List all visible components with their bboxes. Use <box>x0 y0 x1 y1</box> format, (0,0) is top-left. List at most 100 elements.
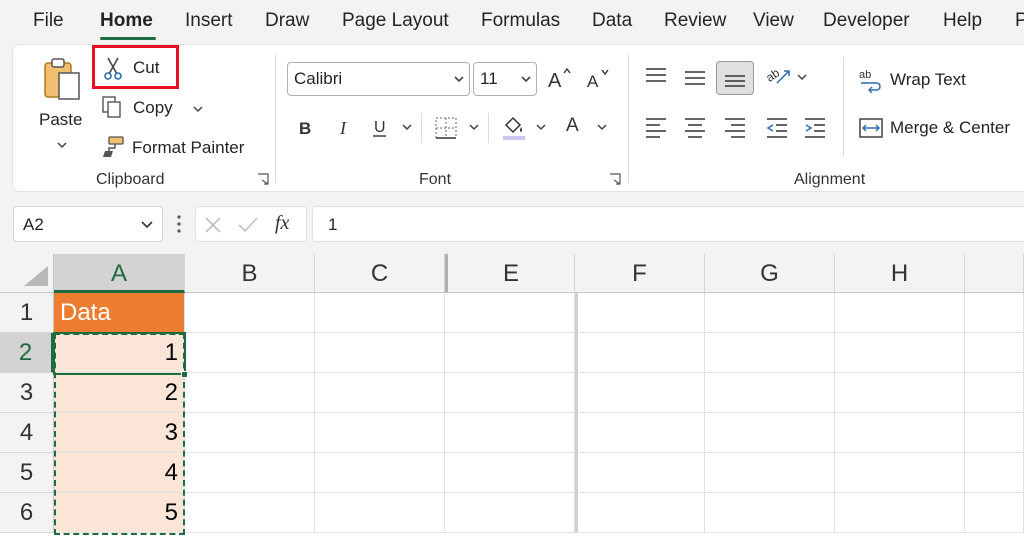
cell-a3[interactable]: 2 <box>54 373 185 413</box>
font-size-select[interactable]: 11 <box>473 62 537 96</box>
grid-cell[interactable] <box>705 493 835 533</box>
more-options-icon[interactable] <box>176 214 182 234</box>
row-header-3[interactable]: 3 <box>0 373 54 413</box>
tab-page-layout[interactable]: Page Layout <box>342 10 449 32</box>
chevron-down-icon[interactable] <box>535 123 547 133</box>
tab-file[interactable]: File <box>33 10 64 32</box>
grid-cell[interactable] <box>965 373 1024 413</box>
chevron-down-icon[interactable] <box>401 123 413 133</box>
format-painter-button[interactable]: Format Painter <box>101 133 261 163</box>
wrap-text-button[interactable]: ab Wrap Text <box>858 65 978 95</box>
row-header-2[interactable]: 2 <box>0 333 54 373</box>
tab-overflow[interactable]: P <box>1015 10 1024 32</box>
tab-view[interactable]: View <box>753 10 794 32</box>
tab-insert[interactable]: Insert <box>185 10 233 32</box>
tab-help[interactable]: Help <box>943 10 982 32</box>
grid-cell[interactable] <box>835 373 965 413</box>
grid-cell[interactable] <box>575 373 705 413</box>
row-header-6[interactable]: 6 <box>0 493 54 533</box>
grid-cell[interactable] <box>965 333 1024 373</box>
grid-cell[interactable] <box>315 453 445 493</box>
tab-developer[interactable]: Developer <box>823 10 910 32</box>
fill-handle[interactable] <box>181 371 188 378</box>
paste-button[interactable]: Paste <box>35 55 91 155</box>
grid-cell[interactable] <box>445 413 575 453</box>
grid-cell[interactable] <box>705 333 835 373</box>
grid-cell[interactable] <box>705 373 835 413</box>
column-header-f[interactable]: F <box>575 254 705 293</box>
grid-cell[interactable] <box>705 293 835 333</box>
grid-cell[interactable] <box>185 413 315 453</box>
tab-home[interactable]: Home <box>100 10 153 32</box>
fill-color-icon[interactable] <box>500 113 528 143</box>
increase-font-size-icon[interactable]: A <box>546 65 574 93</box>
tab-draw[interactable]: Draw <box>265 10 309 32</box>
top-align-icon[interactable] <box>643 65 669 89</box>
cell-a4[interactable]: 3 <box>54 413 185 453</box>
grid-cell[interactable] <box>965 413 1024 453</box>
column-header-next[interactable] <box>965 254 1024 293</box>
cut-button[interactable]: Cut <box>101 53 177 83</box>
grid-cell[interactable] <box>445 373 575 413</box>
italic-icon[interactable]: I <box>331 115 357 141</box>
grid-cell[interactable] <box>835 413 965 453</box>
grid-cell[interactable] <box>445 453 575 493</box>
bold-icon[interactable]: B <box>293 115 319 141</box>
chevron-down-icon[interactable] <box>468 123 480 133</box>
grid-cell[interactable] <box>835 293 965 333</box>
cell-a6[interactable]: 5 <box>54 493 185 533</box>
column-header-c[interactable]: C <box>315 254 445 293</box>
grid-cell[interactable] <box>185 373 315 413</box>
grid-cell[interactable] <box>315 333 445 373</box>
decrease-indent-icon[interactable] <box>764 115 790 139</box>
grid-cell[interactable] <box>185 453 315 493</box>
grid-cell[interactable] <box>185 493 315 533</box>
align-center-icon[interactable] <box>682 115 708 139</box>
grid-cell[interactable] <box>835 493 965 533</box>
bottom-align-button[interactable] <box>716 61 754 95</box>
grid-cell[interactable] <box>965 293 1024 333</box>
chevron-down-icon[interactable] <box>596 123 608 133</box>
row-header-5[interactable]: 5 <box>0 453 54 493</box>
grid-cell[interactable] <box>575 333 705 373</box>
underline-icon[interactable]: U <box>367 115 393 141</box>
grid-cell[interactable] <box>835 333 965 373</box>
grid-cell[interactable] <box>705 413 835 453</box>
dialog-launcher-icon[interactable] <box>609 173 621 185</box>
name-box[interactable]: A2 <box>13 206 163 242</box>
grid-cell[interactable] <box>575 293 705 333</box>
grid-cell[interactable] <box>445 333 575 373</box>
font-color-icon[interactable]: A <box>563 111 587 141</box>
font-name-select[interactable]: Calibri <box>287 62 470 96</box>
align-left-icon[interactable] <box>643 115 669 139</box>
row-header-4[interactable]: 4 <box>0 413 54 453</box>
orientation-icon[interactable]: ab <box>763 61 793 89</box>
increase-indent-icon[interactable] <box>802 115 828 139</box>
column-header-b[interactable]: B <box>185 254 315 293</box>
column-header-h[interactable]: H <box>835 254 965 293</box>
grid-cell[interactable] <box>315 373 445 413</box>
copy-button[interactable]: Copy <box>101 93 211 123</box>
grid-cell[interactable] <box>315 493 445 533</box>
grid-cell[interactable] <box>965 493 1024 533</box>
cell-a2[interactable]: 1 <box>54 333 185 373</box>
row-header-1[interactable]: 1 <box>0 293 54 333</box>
align-right-icon[interactable] <box>722 115 748 139</box>
grid-cell[interactable] <box>315 413 445 453</box>
select-all-corner[interactable] <box>0 254 54 293</box>
grid-cell[interactable] <box>315 293 445 333</box>
grid-cell[interactable] <box>965 453 1024 493</box>
decrease-font-size-icon[interactable]: A <box>585 65 613 93</box>
enter-check-icon[interactable] <box>237 215 259 235</box>
merge-center-button[interactable]: Merge & Center <box>858 113 1024 143</box>
grid-cell[interactable] <box>575 493 705 533</box>
column-header-g[interactable]: G <box>705 254 835 293</box>
grid-cell[interactable] <box>575 453 705 493</box>
grid-cell[interactable] <box>835 453 965 493</box>
borders-icon[interactable] <box>433 115 459 141</box>
cell-a1[interactable]: Data <box>54 293 185 333</box>
grid-cell[interactable] <box>445 493 575 533</box>
column-header-e[interactable]: E <box>445 254 575 293</box>
column-header-a[interactable]: A <box>54 254 185 293</box>
dialog-launcher-icon[interactable] <box>257 173 269 185</box>
